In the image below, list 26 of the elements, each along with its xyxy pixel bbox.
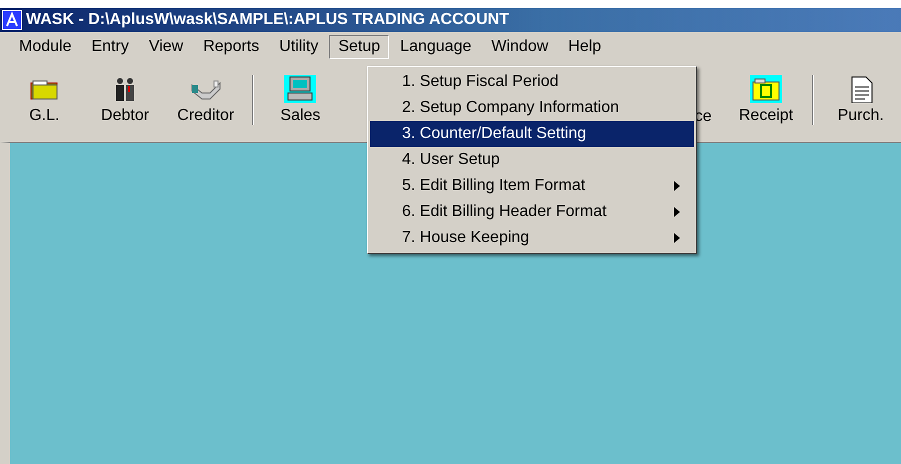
menu-item[interactable]: Entry [82, 35, 138, 59]
computer-icon [284, 75, 316, 103]
menu-option[interactable]: 1. Setup Fiscal Period [370, 69, 694, 95]
money-folder-icon [750, 75, 782, 103]
toolbar-button[interactable]: Debtor [84, 75, 166, 125]
menu-item[interactable]: Reports [194, 35, 268, 59]
menu-item[interactable]: Window [482, 35, 558, 59]
menu-item[interactable]: View [140, 35, 192, 59]
window-title: WASK - D:\AplusW\wask\SAMPLE\:APLUS TRADING ACCOUNT [26, 11, 509, 29]
app-icon [2, 10, 22, 30]
toolbar-button[interactable]: Purch. [820, 75, 901, 125]
menu-item[interactable]: Utility [270, 35, 328, 59]
menu-option[interactable]: 4. User Setup [370, 147, 694, 173]
menu-option[interactable]: 7. House Keeping [370, 225, 694, 251]
toolbar-button[interactable]: Sales [260, 75, 341, 125]
menu-item[interactable]: Help [559, 35, 610, 59]
menu-option[interactable]: 5. Edit Billing Item Format [370, 173, 694, 199]
menu-option[interactable]: 2. Setup Company Information [370, 95, 694, 121]
toolbar-button[interactable]: Receipt [726, 75, 806, 125]
menu-item[interactable]: Setup [329, 35, 390, 59]
menu-item[interactable]: Module [10, 35, 80, 59]
menu-option[interactable]: 6. Edit Billing Header Format [370, 199, 694, 225]
toolbar-button[interactable]: G.L. [4, 75, 85, 125]
menu-option[interactable]: 3. Counter/Default Setting [370, 121, 694, 147]
menu-item[interactable]: Language [391, 35, 480, 59]
toolbar-button[interactable]: Creditor [165, 75, 246, 125]
